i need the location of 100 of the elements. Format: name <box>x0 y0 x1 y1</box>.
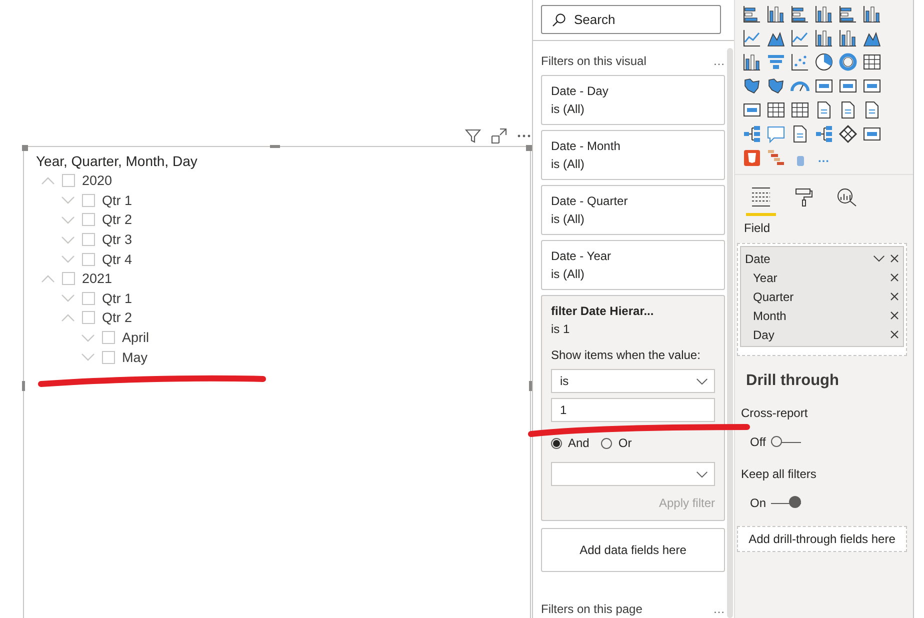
field-list-icon <box>750 187 772 207</box>
resize-handle[interactable] <box>529 381 532 391</box>
radio-label[interactable]: Or <box>618 434 632 452</box>
field-label: Field <box>743 221 772 235</box>
bar-chart-icon[interactable] <box>742 4 762 24</box>
tree-item[interactable]: Qtr 4 <box>102 252 132 267</box>
filter-state: is (All) <box>551 156 586 173</box>
focus-mode-icon[interactable] <box>491 128 507 144</box>
shield-icon[interactable] <box>742 148 762 168</box>
filter-card[interactable]: Date - Quarter is (All) <box>541 185 725 235</box>
resize-handle[interactable] <box>270 145 280 148</box>
checkbox[interactable] <box>82 213 95 226</box>
pie-chart-icon[interactable] <box>814 52 834 72</box>
checkbox[interactable] <box>62 272 75 286</box>
table-icon[interactable] <box>790 100 810 120</box>
value-field[interactable]: 1 <box>551 398 715 422</box>
section-title: Drill through <box>746 372 840 390</box>
filter-card[interactable]: Date - Year is (All) <box>541 240 725 290</box>
radio-button[interactable] <box>551 438 562 448</box>
donut-chart-icon[interactable] <box>838 52 858 72</box>
column-chart-icon[interactable] <box>742 52 762 72</box>
line-chart-icon[interactable] <box>742 28 762 48</box>
diamond-icon[interactable] <box>838 124 858 144</box>
hierarchy-icon[interactable] <box>814 124 834 144</box>
more-options-button[interactable]: … <box>713 602 725 616</box>
close-icon[interactable] <box>890 330 899 339</box>
checkbox[interactable] <box>102 331 115 344</box>
close-icon[interactable] <box>890 273 899 282</box>
more-options-button[interactable]: … <box>713 54 725 68</box>
filter-name: Date - Year <box>551 248 612 265</box>
field-name[interactable]: Month <box>753 308 786 322</box>
checkbox[interactable] <box>62 174 75 188</box>
more-options-icon[interactable] <box>517 134 531 138</box>
tree-item[interactable]: Qtr 2 <box>102 310 132 326</box>
condition-label: Show items when the value: <box>551 347 702 364</box>
tree-item[interactable]: Qtr 3 <box>102 232 132 248</box>
option-label: Cross-report <box>741 406 809 420</box>
magnifier-chart-icon <box>836 187 858 207</box>
scatter-chart-icon[interactable] <box>790 52 810 72</box>
field-name[interactable]: Date <box>745 252 770 266</box>
map-icon[interactable] <box>766 76 786 96</box>
column-chart-icon[interactable] <box>838 28 858 48</box>
table-icon[interactable] <box>766 100 786 120</box>
table-icon[interactable] <box>862 52 882 72</box>
column-chart-icon[interactable] <box>862 4 882 24</box>
filter-icon[interactable] <box>465 128 481 144</box>
tree-item[interactable]: Qtr 1 <box>102 192 132 208</box>
radio-label[interactable]: And <box>568 434 590 452</box>
toggle-switch[interactable] <box>770 436 801 448</box>
filter-state: is 1 <box>551 321 571 338</box>
column-chart-icon[interactable] <box>814 4 834 24</box>
checkbox[interactable] <box>82 292 95 305</box>
bar-chart-icon[interactable] <box>790 4 810 24</box>
chevron-icon <box>696 378 708 384</box>
column-chart-icon[interactable] <box>814 28 834 48</box>
tree-item[interactable]: Qtr 1 <box>102 290 132 306</box>
checkbox[interactable] <box>82 252 95 266</box>
scrollbar[interactable] <box>727 48 733 618</box>
tree-item[interactable]: 2020 <box>82 173 112 188</box>
paint-roller-icon <box>794 187 814 207</box>
line-chart-icon[interactable] <box>790 28 810 48</box>
resize-handle[interactable] <box>22 145 28 151</box>
filter-name: Date - Month <box>551 138 622 155</box>
checkbox[interactable] <box>82 311 95 324</box>
field-well[interactable]: Date Year Quarter Month Day <box>737 243 907 356</box>
field-name[interactable]: Year <box>753 270 778 284</box>
toggle-knob[interactable] <box>770 436 782 447</box>
radio-button[interactable] <box>601 438 612 448</box>
tree-item[interactable]: May <box>122 350 148 365</box>
field-name[interactable]: Day <box>753 328 774 342</box>
search-field[interactable]: Search <box>541 5 721 34</box>
filter-name: Date - Quarter <box>551 193 629 210</box>
tree-item[interactable]: April <box>122 330 150 346</box>
filter-name: filter Date Hierar... <box>551 303 655 320</box>
toggle-switch[interactable] <box>771 497 802 509</box>
filter-card[interactable]: Date - Day is (All) <box>541 75 725 125</box>
resize-handle[interactable] <box>526 145 532 151</box>
drop-zone[interactable]: Add drill-through fields here <box>737 526 907 552</box>
operator-dropdown[interactable]: is <box>551 369 715 393</box>
chevron-icon[interactable] <box>873 255 885 262</box>
tree-item[interactable]: Qtr 2 <box>102 212 132 228</box>
field-name[interactable]: Quarter <box>753 290 794 304</box>
column-chart-icon[interactable] <box>766 4 786 24</box>
filter-card[interactable]: Date - Month is (All) <box>541 130 725 180</box>
checkbox[interactable] <box>102 350 115 364</box>
checkbox[interactable] <box>82 194 95 207</box>
close-icon[interactable] <box>890 311 899 320</box>
drop-zone[interactable]: Add data fields here <box>541 528 725 572</box>
tree-item[interactable]: 2021 <box>82 271 112 286</box>
filter-name: Date - Day <box>551 83 610 100</box>
gantt-chart-icon[interactable] <box>766 148 786 168</box>
toggle-knob[interactable] <box>789 496 802 508</box>
bar-chart-icon[interactable] <box>838 4 858 24</box>
close-icon[interactable] <box>890 254 899 263</box>
resize-handle[interactable] <box>22 381 25 391</box>
chevron-icon <box>696 470 708 478</box>
hierarchy-icon[interactable] <box>742 124 762 144</box>
close-icon[interactable] <box>890 292 899 301</box>
map-icon[interactable] <box>742 76 762 96</box>
checkbox[interactable] <box>82 233 95 246</box>
